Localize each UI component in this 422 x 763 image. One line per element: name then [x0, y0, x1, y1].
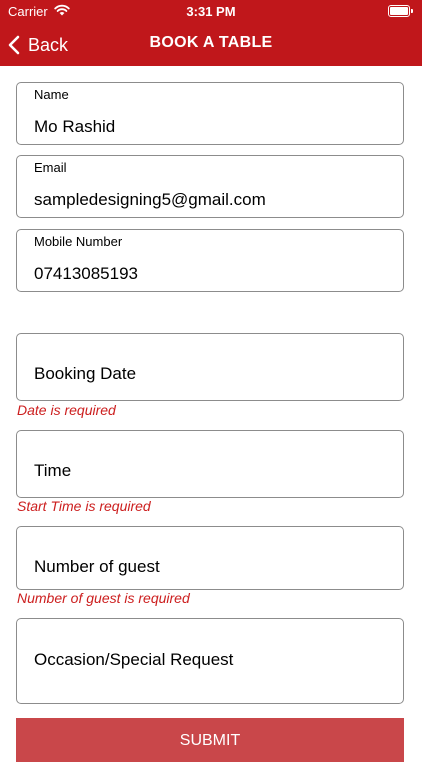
battery-icon [388, 5, 413, 17]
mobile-value: 07413085193 [34, 264, 139, 283]
time-field[interactable]: Time [16, 430, 404, 498]
page-title: BOOK A TABLE [149, 34, 273, 51]
guests-field[interactable]: Number of guest [16, 526, 404, 590]
booking-date-error: Date is required [17, 402, 116, 418]
guests-placeholder: Number of guest [34, 557, 160, 576]
name-value: Mo Rashid [34, 117, 116, 136]
mobile-label: Mobile Number [34, 234, 123, 249]
mobile-field[interactable]: Mobile Number 07413085193 [16, 229, 404, 292]
occasion-field[interactable]: Occasion/Special Request [16, 618, 404, 704]
name-label: Name [34, 87, 69, 102]
submit-button[interactable]: SUBMIT [16, 718, 404, 762]
booking-date-field[interactable]: Booking Date [16, 333, 404, 401]
booking-date-placeholder: Booking Date [34, 364, 137, 383]
app-header: Carrier 3:31 PM Back BOOK A TABLE [0, 0, 422, 66]
email-value: sampledesigning5@gmail.com [34, 190, 266, 209]
name-field[interactable]: Name Mo Rashid [16, 82, 404, 145]
status-bar: Carrier 3:31 PM [0, 0, 422, 22]
email-label: Email [34, 160, 67, 175]
guests-error: Number of guest is required [17, 590, 190, 606]
time-error: Start Time is required [17, 498, 151, 514]
nav-bar: Back BOOK A TABLE [0, 24, 422, 64]
time-placeholder: Time [34, 461, 72, 480]
clock: 3:31 PM [186, 4, 236, 19]
occasion-placeholder: Occasion/Special Request [34, 650, 234, 669]
email-field[interactable]: Email sampledesigning5@gmail.com [16, 155, 404, 218]
